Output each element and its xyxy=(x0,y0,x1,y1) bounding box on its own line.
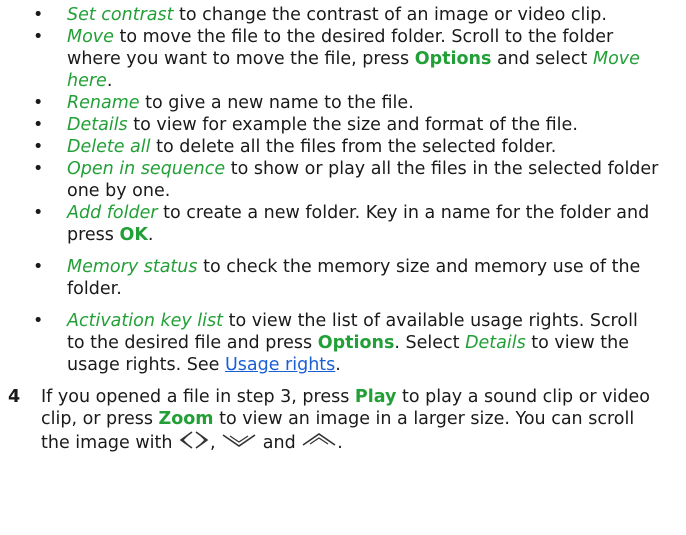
item-text: to delete all the files from the selecte… xyxy=(150,137,557,157)
bullet: • xyxy=(33,257,44,277)
list-item-delete-all: • Delete all to delete all the files fro… xyxy=(0,136,686,158)
key-ok: OK xyxy=(119,225,148,245)
item-text: to change the contrast of an image or vi… xyxy=(173,5,607,25)
bullet: • xyxy=(33,159,44,179)
bullet: • xyxy=(33,5,44,25)
step-text: If you opened a file in step 3, press xyxy=(41,387,355,407)
option-name: Details xyxy=(465,333,526,353)
key-options: Options xyxy=(414,49,492,69)
list-item-add-folder: • Add folder to create a new folder. Key… xyxy=(0,202,686,246)
item-text: . xyxy=(106,71,113,91)
key-zoom: Zoom xyxy=(158,409,214,429)
option-name: Move xyxy=(67,27,114,47)
list-item-activation-key-list: • Activation key list to view the list o… xyxy=(0,310,686,376)
key-play: Play xyxy=(354,387,397,407)
list-item-set-contrast: • Set contrast to change the contrast of… xyxy=(0,4,686,26)
manual-page: • Set contrast to change the contrast of… xyxy=(0,4,686,456)
option-name: Set contrast xyxy=(67,5,174,25)
list-item-move: • Move to move the file to the desired f… xyxy=(0,26,686,92)
bullet: • xyxy=(33,311,44,331)
list-item-open-in-sequence: • Open in sequence to show or play all t… xyxy=(0,158,686,202)
bullet: • xyxy=(33,203,44,223)
usage-rights-link[interactable]: Usage rights xyxy=(225,355,335,375)
list-item-memory-status: • Memory status to check the memory size… xyxy=(0,256,686,300)
step-text: , xyxy=(210,433,222,453)
option-name: Open in sequence xyxy=(67,159,226,179)
option-name: Details xyxy=(67,115,128,135)
scroll-up-icon xyxy=(301,432,337,454)
item-text: and select xyxy=(491,49,593,69)
step-text: and xyxy=(257,433,302,453)
key-options: Options xyxy=(317,333,395,353)
scroll-right-icon xyxy=(194,430,210,456)
item-text: . Select xyxy=(394,333,466,353)
step-4: 4 If you opened a file in step 3, press … xyxy=(0,386,686,456)
option-name: Rename xyxy=(67,93,140,113)
list-item-rename: • Rename to give a new name to the file. xyxy=(0,92,686,114)
item-text: to give a new name to the file. xyxy=(139,93,414,113)
option-name: Delete all xyxy=(67,137,151,157)
step-number: 4 xyxy=(8,387,21,407)
step-text: . xyxy=(337,433,343,453)
scroll-left-icon xyxy=(178,430,194,456)
scroll-down-icon xyxy=(221,432,257,454)
item-text: . xyxy=(147,225,154,245)
option-name: Add folder xyxy=(67,203,158,223)
item-text: to view for example the size and format … xyxy=(127,115,578,135)
bullet: • xyxy=(33,27,44,47)
item-text: . xyxy=(335,355,341,375)
list-item-details: • Details to view for example the size a… xyxy=(0,114,686,136)
bullet: • xyxy=(33,115,44,135)
option-name: Activation key list xyxy=(67,311,224,331)
option-name: Memory status xyxy=(67,257,198,277)
bullet: • xyxy=(33,137,44,157)
bullet: • xyxy=(33,93,44,113)
